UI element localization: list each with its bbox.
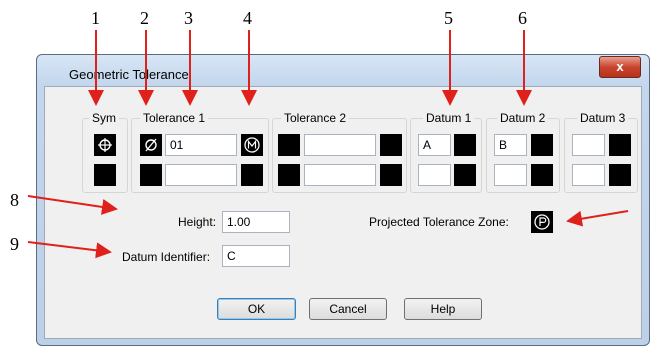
datum2-group-label: Datum 2 bbox=[497, 111, 549, 125]
datum2-row2-mc-button[interactable] bbox=[531, 164, 553, 186]
callout-5: 5 bbox=[444, 8, 453, 28]
close-button[interactable]: x bbox=[599, 56, 641, 78]
tolerance2-group-label: Tolerance 2 bbox=[281, 111, 350, 125]
projected-tolerance-zone-label: Projected Tolerance Zone: bbox=[369, 215, 509, 229]
callout-9: 9 bbox=[10, 234, 19, 254]
height-label: Height: bbox=[178, 215, 217, 229]
datum3-group: Datum 3 bbox=[564, 111, 638, 193]
datum3-row1-input[interactable] bbox=[572, 134, 605, 156]
geometric-tolerance-dialog: Geometric Tolerance x Sym Tolerance 1 01… bbox=[36, 54, 650, 346]
diameter-icon bbox=[145, 138, 157, 152]
tolerance1-group-label: Tolerance 1 bbox=[140, 111, 209, 125]
datum2-group: Datum 2 B bbox=[486, 111, 560, 193]
max-material-condition-icon bbox=[244, 137, 260, 153]
projected-tolerance-zone-button[interactable] bbox=[531, 211, 553, 233]
sym-group: Sym bbox=[82, 111, 128, 193]
datum1-row2-input[interactable] bbox=[418, 164, 451, 186]
projected-tolerance-zone-icon bbox=[534, 214, 550, 230]
datum1-row1-input[interactable]: A bbox=[418, 134, 451, 156]
tolerance2-row1-input[interactable] bbox=[304, 134, 376, 156]
cancel-button[interactable]: Cancel bbox=[309, 298, 387, 320]
tolerance1-row2-diameter-button[interactable] bbox=[140, 164, 162, 186]
datum3-row1-mc-button[interactable] bbox=[609, 134, 631, 156]
tolerance2-row1-diameter-button[interactable] bbox=[278, 134, 300, 156]
callout-4: 4 bbox=[243, 8, 252, 28]
datum3-group-label: Datum 3 bbox=[577, 111, 629, 125]
tolerance1-row1-diameter-button[interactable] bbox=[140, 134, 162, 156]
tolerance2-row2-diameter-button[interactable] bbox=[278, 164, 300, 186]
ok-button[interactable]: OK bbox=[217, 298, 296, 320]
datum1-group-label: Datum 1 bbox=[423, 111, 475, 125]
datum2-row1-input[interactable]: B bbox=[494, 134, 527, 156]
callout-2: 2 bbox=[140, 8, 149, 28]
dialog-title: Geometric Tolerance bbox=[69, 67, 189, 82]
sym-group-label: Sym bbox=[89, 111, 119, 125]
datum2-row2-input[interactable] bbox=[494, 164, 527, 186]
tolerance1-row1-mc-button[interactable] bbox=[241, 134, 263, 156]
datum2-row1-mc-button[interactable] bbox=[531, 134, 553, 156]
callout-3: 3 bbox=[184, 8, 193, 28]
position-symbol-icon bbox=[98, 138, 112, 152]
datum-identifier-label: Datum Identifier: bbox=[122, 250, 211, 264]
datum1-group: Datum 1 A bbox=[410, 111, 482, 193]
height-input[interactable]: 1.00 bbox=[222, 211, 290, 233]
datum3-row2-input[interactable] bbox=[572, 164, 605, 186]
tolerance1-row2-input[interactable] bbox=[165, 164, 237, 186]
callout-1: 1 bbox=[91, 8, 100, 28]
sym-row2-button[interactable] bbox=[94, 164, 116, 186]
sym-row1-button[interactable] bbox=[94, 134, 116, 156]
tolerance2-row1-mc-button[interactable] bbox=[380, 134, 402, 156]
tolerance1-group: Tolerance 1 01 bbox=[131, 111, 269, 193]
datum-identifier-input[interactable]: C bbox=[222, 245, 290, 267]
datum3-row2-mc-button[interactable] bbox=[609, 164, 631, 186]
tolerance2-row2-input[interactable] bbox=[304, 164, 376, 186]
datum1-row2-mc-button[interactable] bbox=[454, 164, 476, 186]
callout-6: 6 bbox=[518, 8, 527, 28]
tolerance2-group: Tolerance 2 bbox=[272, 111, 407, 193]
tolerance2-row2-mc-button[interactable] bbox=[380, 164, 402, 186]
tolerance1-row1-input[interactable]: 01 bbox=[165, 134, 237, 156]
help-button[interactable]: Help bbox=[404, 298, 482, 320]
callout-8: 8 bbox=[10, 190, 19, 210]
tolerance1-row2-mc-button[interactable] bbox=[241, 164, 263, 186]
datum1-row1-mc-button[interactable] bbox=[454, 134, 476, 156]
